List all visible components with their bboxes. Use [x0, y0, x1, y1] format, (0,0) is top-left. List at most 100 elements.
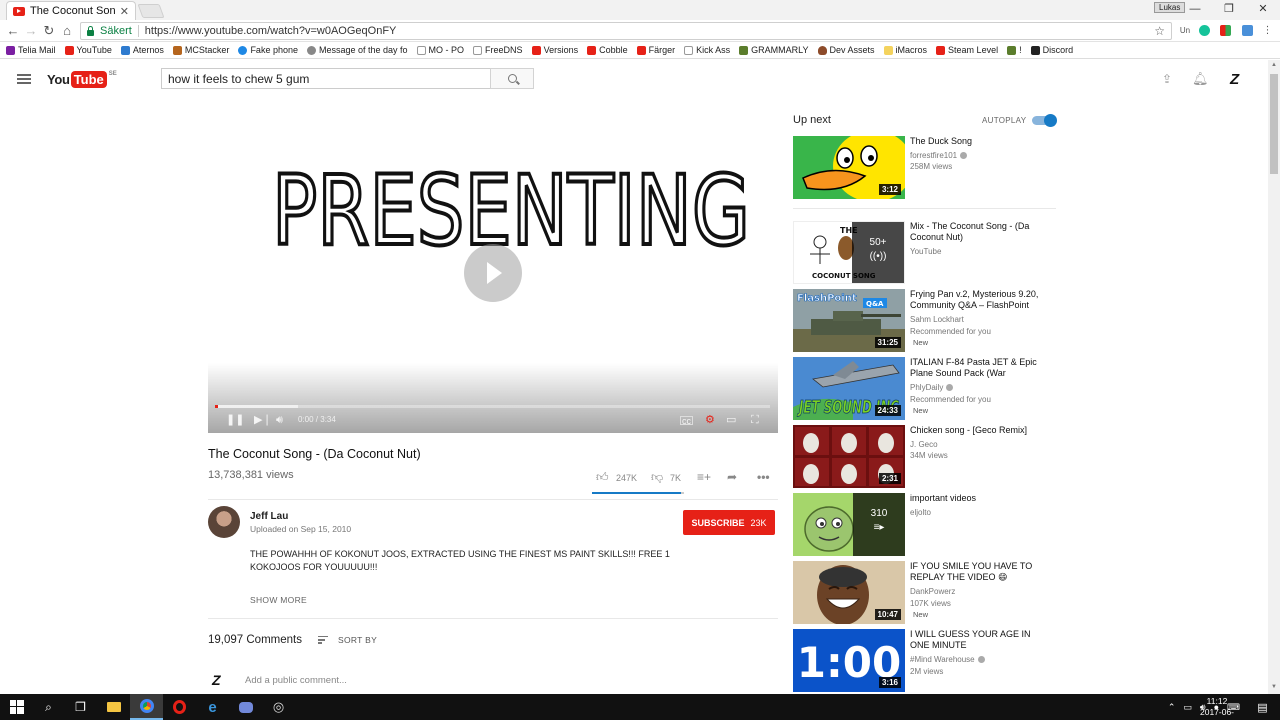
theater-mode-icon[interactable]: ▭	[726, 413, 736, 427]
dislike-count[interactable]: 7K	[670, 473, 681, 483]
upload-icon[interactable]: ⇪	[1160, 72, 1174, 86]
subtitles-icon[interactable]: cc	[680, 416, 693, 426]
bookmark-item[interactable]: Versions	[531, 45, 578, 55]
settings-gear-icon[interactable]: ⚙	[705, 413, 715, 427]
bookmark-item[interactable]: iMacros	[883, 45, 927, 55]
bookmark-star-icon[interactable]: ☆	[1154, 24, 1165, 38]
home-icon[interactable]: ⌂	[58, 22, 76, 40]
youtube-logo[interactable]: You Tube SE	[47, 71, 117, 88]
address-bar[interactable]: Säkert https://www.youtube.com/watch?v=w…	[80, 22, 1172, 40]
chrome-taskbar-icon[interactable]	[130, 694, 163, 720]
start-button[interactable]	[0, 694, 33, 720]
opera-icon[interactable]	[163, 694, 196, 720]
tray-overflow-icon[interactable]: ⌃	[1168, 702, 1176, 713]
bookmark-item[interactable]: Kick Ass	[684, 45, 730, 55]
comment-input[interactable]: Add a public comment...	[245, 675, 347, 686]
bookmark-item[interactable]: Discord	[1030, 45, 1073, 55]
sort-by-button[interactable]: SORT BY	[318, 635, 377, 645]
channel-avatar[interactable]	[208, 506, 240, 538]
bookmark-item[interactable]: YouTube	[64, 45, 112, 55]
extension-icon-2[interactable]	[1242, 25, 1253, 36]
bookmark-item[interactable]: Dev Assets	[817, 45, 875, 55]
like-count[interactable]: 247K	[616, 473, 637, 483]
pause-icon[interactable]: ❚❚	[226, 413, 244, 427]
bookmark-item[interactable]: Fake phone	[238, 45, 298, 55]
video-thumbnail[interactable]: 310 ≡▸	[793, 493, 905, 556]
scroll-down-icon[interactable]: ▼	[1270, 684, 1278, 692]
discord-icon[interactable]	[229, 694, 262, 720]
search-button[interactable]	[490, 68, 534, 89]
volume-icon[interactable]: 🔊︎	[276, 413, 283, 427]
video-title[interactable]: Mix - The Coconut Song - (Da Coconut Nut…	[910, 221, 1050, 242]
bookmark-item[interactable]: Färger	[636, 45, 675, 55]
video-thumbnail[interactable]: 3:12	[793, 136, 905, 199]
subscribe-button[interactable]: SUBSCRIBE 23K	[683, 510, 775, 535]
thumbs-down-icon[interactable]: 👎︎	[651, 470, 663, 485]
video-title[interactable]: Chicken song - [Geco Remix]	[910, 425, 1050, 436]
video-title[interactable]: Frying Pan v.2, Mysterious 9.20, Communi…	[910, 289, 1050, 310]
minimize-icon[interactable]: —	[1178, 0, 1212, 20]
window-close-icon[interactable]: ✕	[1246, 0, 1280, 20]
page-scrollbar[interactable]: ▲ ▼	[1268, 60, 1280, 694]
extension-un-icon[interactable]: Un	[1178, 25, 1192, 36]
search-taskbar-icon[interactable]: ⌕	[32, 694, 65, 720]
hamburger-menu-icon[interactable]	[17, 74, 31, 84]
bookmark-item[interactable]: MO - PO	[416, 45, 464, 55]
close-icon[interactable]: ✕	[120, 5, 129, 18]
clock[interactable]: 11:12 2017-06-10	[1197, 696, 1237, 720]
video-title[interactable]: IF YOU SMILE YOU HAVE TO REPLAY THE VIDE…	[910, 561, 1050, 582]
video-thumbnail[interactable]: 10:47	[793, 561, 905, 624]
browser-tab[interactable]: The Coconut Song - (Da ✕	[6, 1, 136, 20]
recommended-playlist[interactable]: 310 ≡▸ important videos eljolto	[793, 493, 1063, 556]
grammarly-icon[interactable]	[1199, 25, 1210, 36]
video-thumbnail[interactable]: 2:31	[793, 425, 905, 488]
video-title[interactable]: ITALIAN F-84 Pasta JET & Epic Plane Soun…	[910, 357, 1050, 378]
playlist-title[interactable]: important videos	[910, 493, 1050, 504]
video-title[interactable]: I WILL GUESS YOUR AGE IN ONE MINUTE	[910, 629, 1050, 650]
add-to-playlist-icon[interactable]: ≡+	[697, 470, 711, 484]
recommended-video[interactable]: FlashPoint Q&A 31:25 Frying Pan v.2, Mys…	[793, 289, 1063, 352]
more-actions-icon[interactable]: •••	[757, 470, 770, 484]
next-icon[interactable]: ▶❘	[254, 413, 272, 427]
scrollbar-thumb[interactable]	[1270, 74, 1278, 174]
bookmark-item[interactable]: FreeDNS	[473, 45, 523, 55]
recommended-video[interactable]: 3:12 The Duck Song forrestfire101 258M v…	[793, 136, 1063, 199]
bookmark-item[interactable]: Telia Mail	[6, 45, 56, 55]
back-icon[interactable]: ←	[4, 22, 22, 40]
network-icon[interactable]: ▭	[1183, 702, 1192, 713]
bell-icon[interactable]: 🔔︎	[1192, 72, 1209, 86]
bookmark-item[interactable]: MCStacker	[172, 45, 229, 55]
video-player[interactable]: PRESENTING ❚❚ ▶❘ 🔊︎ 0:00 / 3:34 cc ⚙ ▭ ⛶	[208, 113, 778, 433]
video-thumbnail[interactable]: 1:00 3:16	[793, 629, 905, 692]
recommended-video[interactable]: JET SOUND INC 24:33 ITALIAN F-84 Pasta J…	[793, 357, 1063, 420]
scroll-up-icon[interactable]: ▲	[1270, 62, 1278, 70]
show-more-button[interactable]: SHOW MORE	[250, 595, 307, 605]
recommended-video[interactable]: 10:47 IF YOU SMILE YOU HAVE TO REPLAY TH…	[793, 561, 1063, 624]
notifications-icon[interactable]: ▤	[1246, 694, 1279, 720]
menu-icon[interactable]: ⋮	[1262, 25, 1273, 36]
bookmark-item[interactable]: Steam Level	[936, 45, 998, 55]
bookmark-item[interactable]: Cobble	[587, 45, 628, 55]
extension-icon[interactable]	[1220, 25, 1231, 36]
steam-icon[interactable]: ◎	[262, 694, 295, 720]
video-thumbnail[interactable]: THE COCONUT SONG 50+ ((•))	[793, 221, 905, 284]
account-avatar[interactable]: Z	[1230, 71, 1239, 88]
video-title[interactable]: The Duck Song	[910, 136, 1050, 147]
edge-icon[interactable]: e	[196, 694, 229, 720]
recommended-mix[interactable]: THE COCONUT SONG 50+ ((•)) Mix - The Coco…	[793, 221, 1063, 284]
fullscreen-icon[interactable]: ⛶	[751, 413, 759, 427]
bookmark-item[interactable]: Aternos	[120, 45, 164, 55]
file-explorer-icon[interactable]	[97, 694, 130, 720]
bookmark-item[interactable]: !	[1007, 45, 1022, 55]
share-icon[interactable]: ➦	[727, 470, 737, 484]
task-view-icon[interactable]: ❐	[64, 694, 97, 720]
new-tab-button[interactable]	[137, 4, 165, 18]
channel-name[interactable]: Jeff Lau	[250, 511, 288, 522]
big-play-button[interactable]	[464, 244, 522, 302]
progress-bar[interactable]	[215, 405, 770, 408]
reload-icon[interactable]: ↻	[40, 22, 58, 40]
search-input[interactable]: how it feels to chew 5 gum	[161, 68, 491, 89]
thumbs-up-icon[interactable]: 👍︎	[596, 470, 609, 485]
autoplay-toggle[interactable]	[1032, 114, 1057, 127]
forward-icon[interactable]: →	[22, 22, 40, 40]
